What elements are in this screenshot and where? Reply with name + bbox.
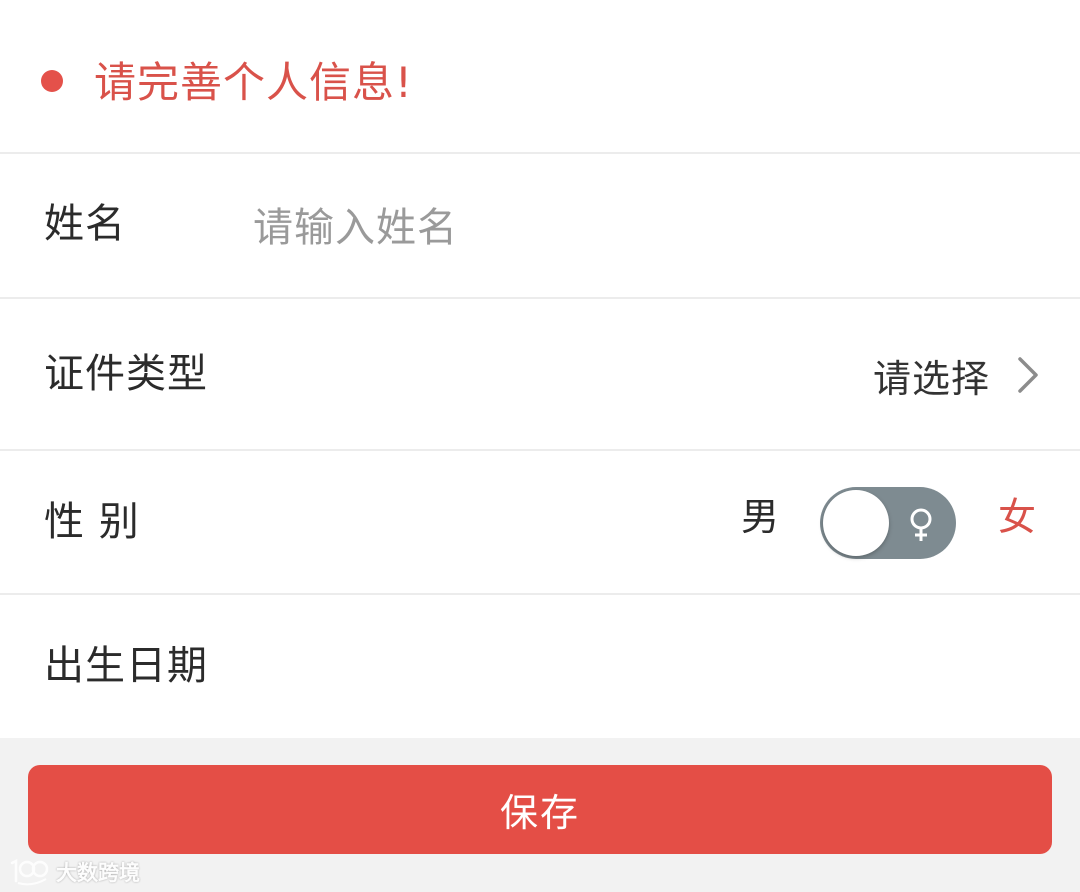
female-symbol-icon xyxy=(910,508,932,541)
watermark-text: 大数跨境 xyxy=(56,861,140,885)
gender-toggle[interactable] xyxy=(820,487,956,559)
chevron-right-icon xyxy=(1018,357,1038,393)
notice-dot-icon xyxy=(41,70,63,92)
notice-banner: 请完善个人信息! xyxy=(0,0,1080,154)
watermark-logo-icon xyxy=(10,858,49,886)
id-type-select[interactable]: 请选择 xyxy=(873,349,1040,401)
watermark: 大数跨境 xyxy=(8,855,140,889)
birth-date-label: 出生日期 xyxy=(44,643,208,689)
toggle-knob[interactable] xyxy=(823,490,889,556)
birth-date-row[interactable]: 出生日期 xyxy=(0,595,1080,738)
name-label: 姓名 xyxy=(44,201,126,247)
id-type-value: 请选择 xyxy=(872,356,990,401)
name-input[interactable] xyxy=(253,200,1013,256)
gender-female-option[interactable]: 女 xyxy=(998,493,1036,541)
save-button[interactable]: 保存 xyxy=(28,765,1052,854)
id-type-row[interactable]: 证件类型 请选择 xyxy=(0,299,1080,451)
profile-form-screen: 请完善个人信息! 姓名 证件类型 请选择 性 别 男 xyxy=(0,0,1080,892)
id-type-label: 证件类型 xyxy=(44,351,208,397)
gender-male-option[interactable]: 男 xyxy=(741,493,779,541)
gender-row: 性 别 男 女 xyxy=(0,451,1080,595)
notice-text: 请完善个人信息! xyxy=(94,58,413,107)
form-card: 请完善个人信息! 姓名 证件类型 请选择 性 别 男 xyxy=(0,0,1080,738)
name-row: 姓名 xyxy=(0,154,1080,299)
gender-label: 性 别 xyxy=(44,499,140,545)
